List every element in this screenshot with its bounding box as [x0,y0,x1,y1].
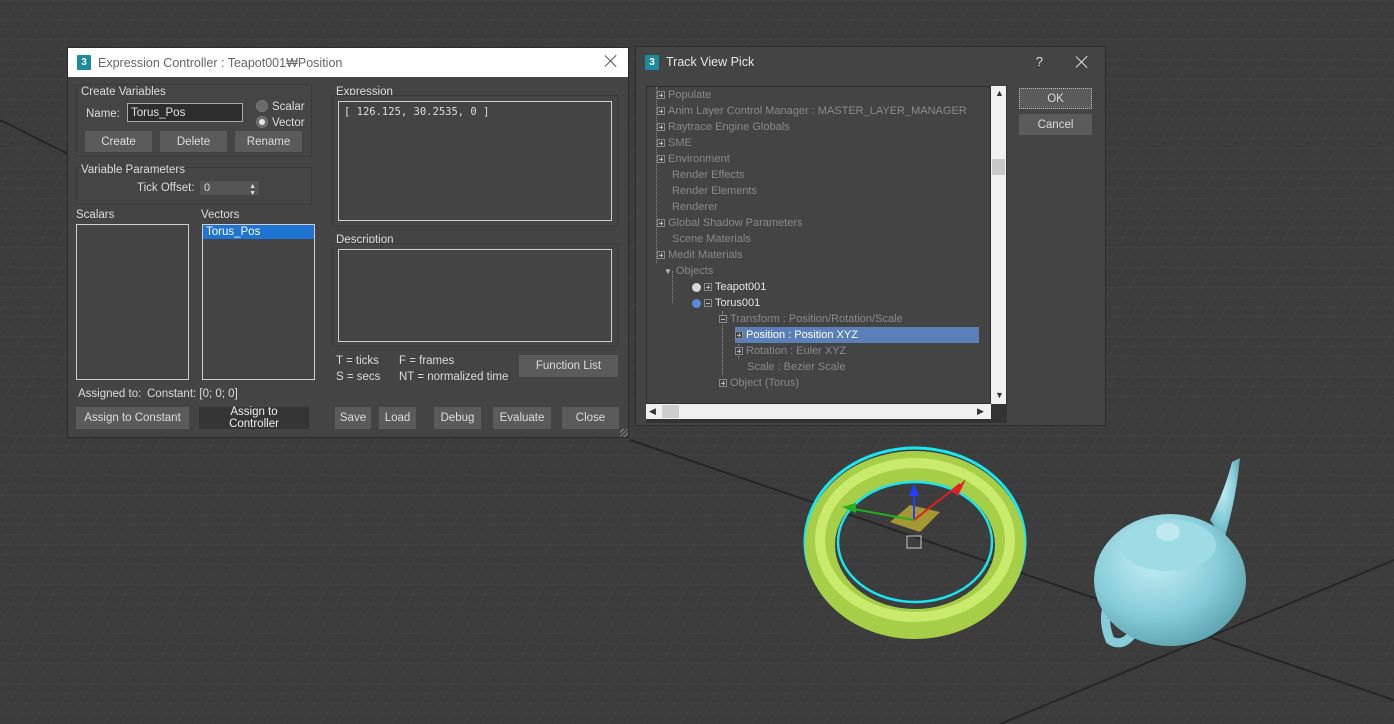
tree-item-position[interactable]: Position : Position XYZ [735,327,979,343]
object-dot-icon [692,298,701,308]
expression-controller-window: 3 Expression Controller : Teapot001₩Posi… [67,47,629,438]
spinner-arrows-icon[interactable]: ▲ ▼ [249,183,256,197]
collapse-icon[interactable] [704,299,712,307]
tree-vertical-scrollbar[interactable]: ▲ ▼ [991,86,1006,404]
assigned-to-label: Assigned to: [78,388,142,400]
vector-item-torus-pos[interactable]: Torus_Pos [203,225,314,239]
tree-item-raytrace[interactable]: Raytrace Engine Globals [657,119,790,135]
delete-button[interactable]: Delete [160,131,227,152]
tree-item-rotation[interactable]: Rotation : Euler XYZ [735,343,846,359]
tick-offset-spinner[interactable]: 0 ▲ ▼ [200,181,259,197]
expand-icon[interactable] [657,107,665,115]
expression-textarea[interactable]: [ 126.125, 30.2535, 0 ] [338,101,612,221]
vectors-list[interactable]: Torus_Pos [202,224,315,380]
scroll-left-icon[interactable]: ◀ [649,406,656,417]
assign-to-constant-button[interactable]: Assign to Constant [76,407,189,429]
vector-radio[interactable] [256,116,268,128]
resize-grip-icon[interactable] [620,429,628,437]
vectors-label: Vectors [201,209,240,221]
expand-icon[interactable] [657,219,665,227]
function-list-button[interactable]: Function List [519,355,618,377]
max-app-icon: 3 [77,55,91,70]
tree-item-transform[interactable]: Transform : Position/Rotation/Scale [719,311,903,327]
scroll-right-icon[interactable]: ▶ [977,406,984,417]
tree-item-object-torus[interactable]: Object (Torus) [719,375,799,391]
expand-icon[interactable] [735,347,743,355]
expand-icon[interactable] [735,331,743,339]
tick-offset-value: 0 [204,182,211,194]
legend-normalized-time: NT = normalized time [399,371,509,383]
create-button[interactable]: Create [85,131,152,152]
expand-icon[interactable] [719,379,727,387]
scroll-up-icon[interactable]: ▲ [995,88,1004,98]
create-variables-label: Create Variables [81,86,166,98]
tree-item-environment[interactable]: Environment [657,151,730,167]
tree-horizontal-scrollbar[interactable]: ◀ ▶ [646,404,991,419]
name-field[interactable] [127,103,243,122]
track-view-pick-window: 3 Track View Pick ? Populate Anim Layer … [635,46,1106,426]
scalars-label: Scalars [76,209,115,221]
tree-item-populate[interactable]: Populate [657,87,711,103]
close-icon[interactable] [1075,55,1089,69]
load-button[interactable]: Load [379,407,416,429]
expand-icon[interactable] [657,251,665,259]
assign-to-controller-button[interactable]: Assign to Controller [199,406,309,430]
expand-icon[interactable] [657,155,665,163]
debug-button[interactable]: Debug [434,407,481,429]
assigned-to-value: Constant: [0; 0; 0] [147,388,238,400]
legend-frames: F = frames [399,355,455,367]
cancel-button[interactable]: Cancel [1019,114,1092,135]
track-tree-panel: Populate Anim Layer Control Manager : MA… [646,86,1007,423]
collapse-icon[interactable] [719,315,727,323]
window-title: Track View Pick [666,55,755,69]
horizontal-scroll-thumb[interactable] [662,405,679,418]
scalar-label: Scalar [272,101,305,113]
tree-item-scale[interactable]: Scale : Bezier Scale [747,359,845,375]
tree-item-teapot001[interactable]: Teapot001 [692,279,766,295]
scalars-list[interactable] [76,224,189,380]
vertical-scroll-thumb[interactable] [992,159,1005,175]
close-button[interactable]: Close [562,407,619,429]
legend-secs: S = secs [336,371,381,383]
scroll-down-icon[interactable]: ▼ [995,390,1004,400]
title-bar[interactable]: 3 Expression Controller : Teapot001₩Posi… [68,48,628,77]
tree-item-global-shadow[interactable]: Global Shadow Parameters [657,215,803,231]
max-app-icon: 3 [645,54,659,70]
tree-item-objects[interactable]: ▼ Objects [664,263,713,279]
expand-icon[interactable] [657,139,665,147]
scalar-radio[interactable] [256,100,268,112]
legend-ticks: T = ticks [336,355,379,367]
variable-parameters-label: Variable Parameters [81,164,185,176]
ok-button[interactable]: OK [1019,88,1092,109]
tree-item-scene-materials[interactable]: Scene Materials [672,231,751,247]
tree-item-torus001[interactable]: Torus001 [692,295,760,311]
expand-icon[interactable] [657,123,665,131]
title-bar[interactable]: 3 Track View Pick ? [636,47,1105,77]
tick-offset-label: Tick Offset: [137,182,195,194]
collapse-arrow-icon[interactable]: ▼ [664,267,672,276]
tree-item-anim-layer[interactable]: Anim Layer Control Manager : MASTER_LAYE… [657,103,967,119]
name-label: Name: [86,108,120,120]
tree-item-renderer[interactable]: Renderer [672,199,718,215]
window-title: Expression Controller : Teapot001₩Positi… [98,55,343,70]
tree-item-medit-materials[interactable]: Medit Materials [657,247,743,263]
save-button[interactable]: Save [335,407,371,429]
expand-icon[interactable] [704,283,712,291]
rename-button[interactable]: Rename [235,131,302,152]
close-icon[interactable] [604,54,618,68]
evaluate-button[interactable]: Evaluate [493,407,551,429]
description-textarea[interactable] [338,249,612,342]
object-dot-icon [692,282,701,292]
tree-item-render-elements[interactable]: Render Elements [672,183,757,199]
track-tree[interactable]: Populate Anim Layer Control Manager : MA… [646,86,991,404]
help-icon[interactable]: ? [1036,54,1043,69]
tree-item-sme[interactable]: SME [657,135,692,151]
expand-icon[interactable] [657,91,665,99]
vector-label: Vector [272,117,305,129]
tree-item-render-effects[interactable]: Render Effects [672,167,745,183]
